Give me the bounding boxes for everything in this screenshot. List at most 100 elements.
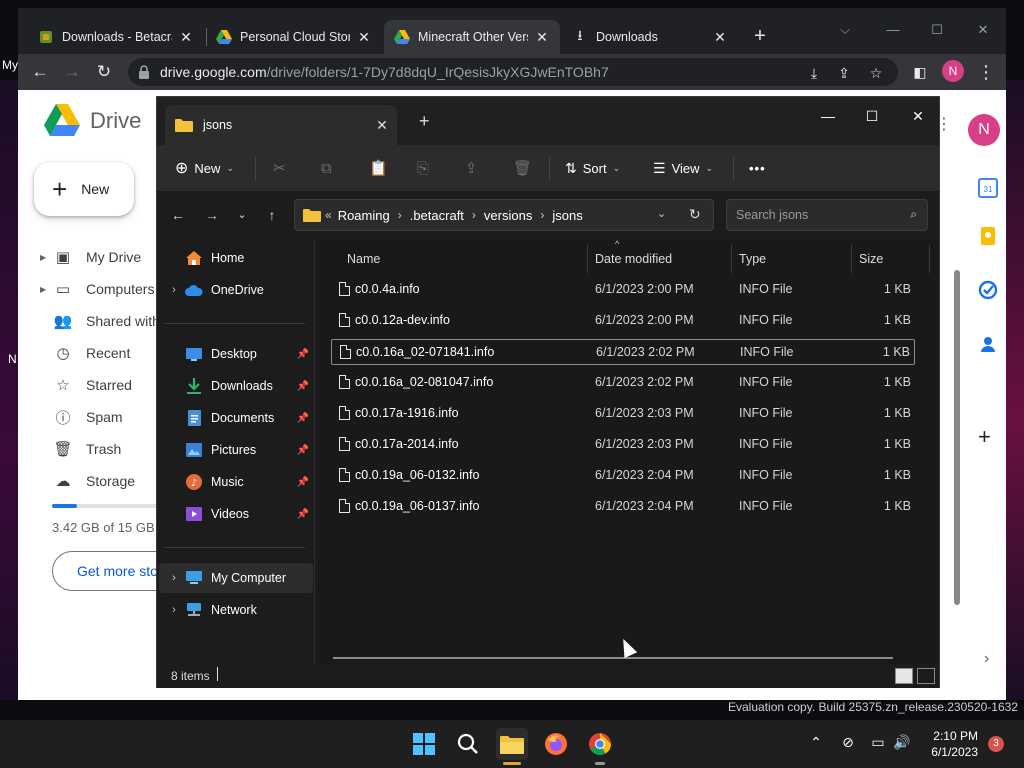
show-hidden-icons-chevron-icon[interactable]: ⌃ [806, 734, 826, 754]
pin-icon[interactable]: 📌 [297, 413, 309, 424]
nav-item-documents[interactable]: Documents 📌 [159, 403, 313, 433]
file-row[interactable]: c0.0.17a-2014.info 6/1/2023 2:03 PM INFO F… [331, 432, 915, 458]
tab-close-icon[interactable]: ✕ [356, 29, 372, 46]
reload-icon[interactable]: ↻ [90, 58, 118, 86]
explorer-close-button[interactable]: ✕ [895, 101, 941, 131]
keep-app-icon[interactable] [978, 226, 998, 246]
drive-nav-my-drive[interactable]: ▶ ▣ My Drive [40, 243, 141, 271]
tab-minecraft-other-versions[interactable]: Minecraft Other Versi ✕ [384, 20, 560, 54]
nav-item-music[interactable]: ♪ Music 📌 [159, 467, 313, 497]
nav-item-desktop[interactable]: Desktop 📌 [159, 339, 313, 369]
drive-new-button[interactable]: + New [34, 162, 134, 216]
explorer-tab-jsons[interactable]: jsons ✕ [165, 105, 397, 145]
install-app-icon[interactable]: ⤓ [804, 63, 824, 83]
breadcrumb-roaming[interactable]: Roaming [338, 208, 390, 223]
tab-downloads[interactable]: ⭳ Downloads ✕ [562, 20, 738, 54]
nav-item-network[interactable]: › Network [159, 595, 313, 625]
start-windows-icon[interactable] [408, 728, 440, 760]
expand-chevron-icon[interactable]: › [163, 572, 185, 584]
file-explorer-taskbar-icon[interactable] [496, 728, 528, 760]
explorer-new-tab-button[interactable]: + [419, 111, 430, 132]
drive-nav-storage[interactable]: ☁ Storage [40, 467, 136, 495]
tiles-view-icon[interactable] [917, 668, 935, 684]
column-separator[interactable] [587, 245, 588, 273]
nav-item-downloads[interactable]: Downloads 📌 [159, 371, 313, 401]
column-header-name[interactable]: Name [347, 243, 380, 275]
explorer-maximize-button[interactable]: ☐ [849, 101, 895, 131]
paste-icon[interactable]: 📋 [369, 153, 388, 183]
column-header-size[interactable]: Size [859, 243, 883, 275]
horizontal-scrollbar[interactable] [333, 657, 893, 659]
file-row[interactable]: c0.0.16a_02-081047.info 6/1/2023 2:02 PM I… [331, 370, 915, 396]
file-row[interactable]: c0.0.19a_06-0137.info 6/1/2023 2:04 PM INF… [331, 494, 915, 520]
drive-nav-starred[interactable]: ☆ Starred [40, 371, 132, 399]
search-icon[interactable] [452, 728, 484, 760]
breadcrumb-separator-icon[interactable]: › [540, 208, 544, 222]
back-arrow-icon[interactable]: ← [26, 58, 54, 86]
chrome-menu-icon[interactable]: ⋮ [976, 58, 996, 86]
cut-icon[interactable]: ✂ [273, 153, 286, 183]
copy-icon[interactable]: ⧉ [321, 153, 332, 183]
drive-nav-recent[interactable]: ◷ Recent [40, 339, 130, 367]
tab-betacraft-downloads[interactable]: Downloads - Betacraf ✕ [28, 20, 204, 54]
up-arrow-icon[interactable]: ↑ [261, 205, 283, 225]
explorer-tab-close-icon[interactable]: ✕ [367, 117, 397, 134]
volume-icon[interactable]: 🔊 [892, 734, 912, 754]
minimize-button[interactable]: — [878, 18, 908, 42]
breadcrumb-versions[interactable]: versions [484, 208, 532, 223]
address-history-chevron-icon[interactable]: ⌄ [657, 207, 666, 220]
tasks-app-icon[interactable] [978, 280, 998, 300]
bookmark-star-icon[interactable]: ☆ [866, 63, 886, 83]
recent-locations-chevron-icon[interactable]: ⌄ [231, 205, 253, 225]
nav-item-my-computer[interactable]: › My Computer [159, 563, 313, 593]
refresh-icon[interactable]: ↻ [689, 206, 701, 223]
explorer-new-button[interactable]: ⊕ New ⌄ [175, 153, 234, 183]
explorer-sort-button[interactable]: ⇅ Sort ⌄ [565, 153, 620, 183]
nav-item-home[interactable]: Home [159, 243, 313, 273]
explorer-minimize-button[interactable]: — [805, 101, 851, 131]
breadcrumb-overflow[interactable]: « [325, 208, 332, 222]
drive-nav-computers[interactable]: ▶ ▭ Computers [40, 275, 154, 303]
file-row[interactable]: c0.0.12a-dev.info 6/1/2023 2:00 PM INFO Fi… [331, 308, 915, 334]
drive-nav-spam[interactable]: ⓘ Spam [40, 403, 122, 431]
add-app-plus-icon[interactable]: + [978, 424, 991, 450]
expand-chevron-icon[interactable]: › [163, 604, 185, 616]
tab-close-icon[interactable]: ✕ [534, 29, 550, 46]
breadcrumb-separator-icon[interactable]: › [398, 208, 402, 222]
explorer-view-button[interactable]: ☰ View ⌄ [653, 153, 713, 183]
breadcrumb-separator-icon[interactable]: › [472, 208, 476, 222]
collapse-panel-chevron-icon[interactable]: › [984, 650, 989, 668]
share-icon[interactable]: ⇪ [465, 153, 478, 183]
breadcrumb-jsons[interactable]: jsons [552, 208, 582, 223]
network-offline-icon[interactable]: ⊘ [838, 734, 858, 754]
contacts-app-icon[interactable] [978, 334, 998, 354]
explorer-address-bar[interactable]: « Roaming › .betacraft › versions › json… [294, 199, 714, 231]
pin-icon[interactable]: 📌 [297, 477, 309, 488]
tab-personal-cloud-storage[interactable]: Personal Cloud Storag ✕ [206, 20, 382, 54]
address-bar[interactable]: drive.google.com/drive/folders/1-7Dy7d8d… [128, 58, 898, 86]
delete-icon[interactable]: 🗑 [513, 153, 532, 183]
pin-icon[interactable]: 📌 [297, 445, 309, 456]
drive-vertical-scrollbar[interactable] [954, 270, 960, 605]
expand-chevron-icon[interactable]: › [163, 284, 185, 296]
side-panel-icon[interactable]: ◧ [906, 58, 934, 86]
tab-close-icon[interactable]: ✕ [178, 29, 194, 46]
column-header-date-modified[interactable]: Date modified [595, 243, 672, 275]
file-row[interactable]: c0.0.4a.info 6/1/2023 2:00 PM INFO File 1 K… [331, 277, 915, 303]
pin-icon[interactable]: 📌 [297, 381, 309, 392]
expand-caret-icon[interactable]: ▶ [40, 285, 50, 294]
pin-icon[interactable]: 📌 [297, 509, 309, 520]
see-more-button[interactable]: ••• [749, 153, 766, 183]
nav-item-onedrive[interactable]: › OneDrive [159, 275, 313, 305]
notification-badge[interactable]: 3 [988, 736, 1004, 752]
explorer-search-input[interactable]: Search jsons ⌕ [726, 199, 928, 231]
profile-avatar[interactable]: N [942, 60, 964, 82]
pin-icon[interactable]: 📌 [297, 349, 309, 360]
expand-caret-icon[interactable]: ▶ [40, 253, 50, 262]
forward-arrow-icon[interactable]: → [201, 205, 223, 225]
forward-arrow-icon[interactable]: → [58, 58, 86, 86]
tab-close-icon[interactable]: ✕ [712, 29, 728, 46]
display-icon[interactable]: ▭ [868, 734, 888, 754]
column-separator[interactable] [929, 245, 930, 273]
details-view-icon[interactable] [895, 668, 913, 684]
